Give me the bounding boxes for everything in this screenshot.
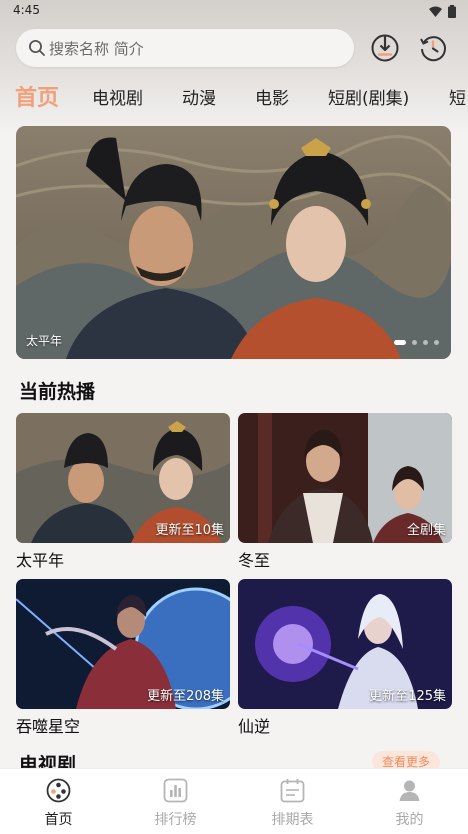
tab-home[interactable]: 首页 <box>15 80 59 112</box>
bottom-navigation: 首页 排行榜 排期表 我的 <box>0 768 468 834</box>
nav-profile[interactable]: 我的 <box>351 769 468 834</box>
nav-home-label: 首页 <box>44 812 73 828</box>
video-title: 仙逆 <box>238 717 271 736</box>
tab-anime[interactable]: 动漫 <box>182 84 216 109</box>
download-icon[interactable] <box>370 33 400 63</box>
search-bar[interactable]: 搜索名称 简介 <box>16 29 354 67</box>
video-card[interactable]: 更新至125集 仙逆 <box>238 579 452 736</box>
tab-short-drama[interactable]: 短剧(剧集) <box>328 84 409 109</box>
pagination-dot-active <box>394 340 406 345</box>
search-placeholder: 搜索名称 简介 <box>49 40 144 58</box>
pagination-dot <box>412 340 417 345</box>
nav-schedule[interactable]: 排期表 <box>234 769 351 834</box>
tab-movie[interactable]: 电影 <box>255 84 289 109</box>
calendar-icon <box>280 779 305 803</box>
banner-pagination <box>394 340 439 345</box>
nav-ranking-label: 排行榜 <box>154 812 197 828</box>
nav-profile-label: 我的 <box>395 812 424 828</box>
video-card[interactable]: 更新至208集 吞噬星空 <box>16 579 230 736</box>
wifi-icon <box>429 6 442 17</box>
history-icon[interactable] <box>418 33 448 63</box>
battery-icon <box>448 5 456 18</box>
video-thumbnail: 全剧集 <box>238 413 452 543</box>
video-card[interactable]: 全剧集 冬至 <box>238 413 452 570</box>
bar-chart-icon <box>163 778 188 803</box>
episode-badge: 更新至125集 <box>369 689 446 704</box>
video-title: 太平年 <box>16 551 65 570</box>
pagination-dot <box>423 340 428 345</box>
search-icon <box>29 40 45 56</box>
episode-badge: 全剧集 <box>406 523 446 538</box>
pagination-dot <box>434 340 439 345</box>
banner-caption: 太平年 <box>26 334 63 348</box>
film-reel-icon <box>46 778 71 803</box>
nav-schedule-label: 排期表 <box>271 812 314 828</box>
video-card[interactable]: 更新至10集 太平年 <box>16 413 230 570</box>
episode-badge: 更新至208集 <box>147 689 224 704</box>
status-time: 4:45 <box>13 3 40 17</box>
video-thumbnail: 更新至10集 <box>16 413 230 543</box>
hero-banner[interactable]: 太平年 <box>16 126 451 359</box>
episode-badge: 更新至10集 <box>155 523 224 538</box>
video-title: 吞噬星空 <box>16 717 81 736</box>
nav-ranking[interactable]: 排行榜 <box>117 769 234 834</box>
tab-short-more[interactable]: 短 <box>449 84 466 109</box>
status-bar: 4:45 <box>0 0 468 22</box>
banner-poster-image <box>16 126 451 359</box>
nav-home[interactable]: 首页 <box>0 769 117 834</box>
video-title: 冬至 <box>238 551 271 570</box>
tab-tv-series[interactable]: 电视剧 <box>92 84 143 109</box>
user-icon <box>399 780 420 801</box>
video-thumbnail: 更新至208集 <box>16 579 230 709</box>
category-tabs: 首页 电视剧 动漫 电影 短剧(剧集) 短 <box>0 78 468 114</box>
section-title-hot: 当前热播 <box>19 381 96 403</box>
video-thumbnail: 更新至125集 <box>238 579 452 709</box>
